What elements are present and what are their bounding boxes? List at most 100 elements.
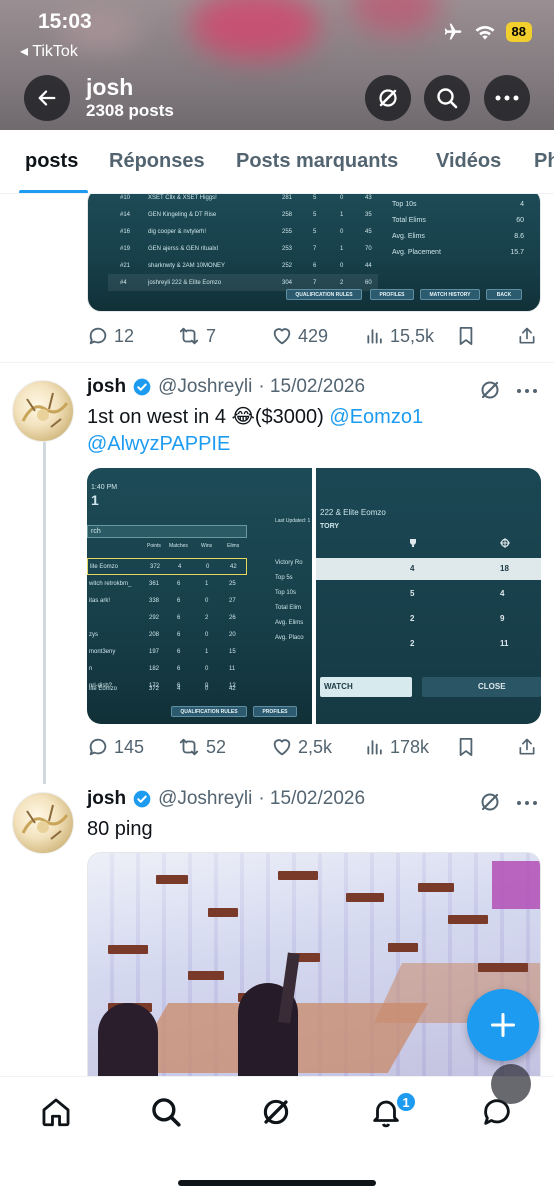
post-image-gallery[interactable]: 1:40 PM 1 rch Last Updated: 1 Points Matc… xyxy=(87,468,541,724)
avatar[interactable] xyxy=(12,380,74,442)
match-row: 54 xyxy=(316,583,541,605)
timeline-feed[interactable]: #10 XSET Cllx & XSET Higgs! 281 5 0 43 #14 GEN … xyxy=(0,194,554,1076)
home-icon[interactable] xyxy=(39,1095,73,1129)
avatar[interactable] xyxy=(12,792,74,854)
mention-link[interactable]: @AlwyzPAPPIE xyxy=(87,433,230,455)
more-icon[interactable] xyxy=(516,800,538,806)
leaderboard-cell: 292 xyxy=(149,614,160,621)
leaderboard-cell: 0 xyxy=(205,685,209,692)
thread-line xyxy=(43,440,46,784)
image-team-name: 222 & Elite Eomzo xyxy=(320,508,386,517)
leaderboard-cell: 60 xyxy=(365,279,372,286)
reply-button[interactable]: 145 xyxy=(87,736,144,758)
leaderboard-cell: joshreyli 222 & Elite Eomzo xyxy=(148,279,222,286)
author-name[interactable]: josh xyxy=(87,376,126,398)
match-placement: 4 xyxy=(410,564,415,573)
leaderboard-row: #16 dig cooper & nvtylerh! 255 5 0 45 xyxy=(108,223,378,240)
leaderboard-cell: 11 xyxy=(229,665,236,672)
author-handle[interactable]: @Joshreyli xyxy=(158,376,252,398)
repost-button[interactable]: 7 xyxy=(177,325,216,347)
like-button[interactable]: 2,5k xyxy=(271,736,332,758)
author-name[interactable]: josh xyxy=(87,788,126,810)
post-body: 1st on west in 4 😂($3000) xyxy=(87,406,330,428)
author-handle[interactable]: @Joshreyli xyxy=(158,788,252,810)
image-button: PROFILES xyxy=(370,289,414,300)
tab-photos[interactable]: Ph xyxy=(534,150,554,173)
image-search-text: rch xyxy=(91,528,101,535)
views-button[interactable]: 178k xyxy=(365,736,429,758)
bookmark-button[interactable] xyxy=(457,736,475,758)
leaderboard-cell: 70 xyxy=(365,245,372,252)
leaderboard-cell: 6 xyxy=(313,262,317,269)
avatar-image xyxy=(21,392,69,428)
leaderboard-cell: 182 xyxy=(149,665,160,672)
gallery-image-leaderboard[interactable]: 1:40 PM 1 rch Last Updated: 1 Points Matc… xyxy=(87,468,312,724)
views-button[interactable]: 15,5k xyxy=(365,325,434,347)
back-button[interactable] xyxy=(24,75,70,121)
watch-label: WATCH xyxy=(324,682,353,691)
leaderboard-cell: dig cooper & nvtylerh! xyxy=(148,228,207,235)
leaderboard-cell: 7 xyxy=(313,279,317,286)
tab-replies[interactable]: Réponses xyxy=(109,150,205,173)
tab-posts[interactable]: posts xyxy=(25,150,78,173)
share-button[interactable] xyxy=(517,736,537,758)
grok-icon[interactable] xyxy=(259,1095,293,1129)
stat-label: Total Elims xyxy=(392,217,426,224)
compose-button[interactable] xyxy=(467,989,539,1061)
leaderboard-cell: 2 xyxy=(205,614,209,621)
leaderboard-cell: 15 xyxy=(229,648,236,655)
battery-indicator: 88 xyxy=(505,22,532,42)
more-options-button[interactable] xyxy=(484,75,530,121)
tab-highlights[interactable]: Posts marquants xyxy=(236,150,398,173)
leaderboard-cell: 6 xyxy=(177,597,181,604)
leaderboard-row: witch retrokbm_ 361 6 1 25 xyxy=(87,575,247,592)
like-button[interactable]: 429 xyxy=(271,325,328,347)
like-count: 2,5k xyxy=(298,736,333,757)
more-icon[interactable] xyxy=(516,388,538,394)
leaderboard-cell: 197 xyxy=(149,648,160,655)
mute-video-button[interactable] xyxy=(491,1064,531,1104)
leaderboard-row: 292 6 2 26 xyxy=(87,609,247,626)
leaderboard-row: n 182 6 0 11 xyxy=(87,660,247,677)
grok-icon[interactable] xyxy=(478,378,502,402)
leaderboard-cell: 372 xyxy=(149,685,160,692)
image-title: 1 xyxy=(91,492,99,508)
gallery-image-match-history[interactable]: 222 & Elite Eomzo TORY 4 18 5 4 2 9 2 11 WATCH … xyxy=(316,468,541,724)
back-to-app-link[interactable]: ◂ TikTok xyxy=(20,41,78,61)
image-last-updated: Last Updated: 1 xyxy=(275,518,311,524)
match-row: 2 11 xyxy=(316,633,541,655)
search-button[interactable] xyxy=(424,75,470,121)
leaderboard-cell: 42 xyxy=(230,563,237,570)
video-minimap xyxy=(492,861,540,909)
leaderboard-cell: 1 xyxy=(340,211,344,218)
mention-link[interactable]: @Eomzo1 xyxy=(329,406,423,428)
views-count: 178k xyxy=(390,736,430,757)
leaderboard-cell: 5 xyxy=(313,194,317,201)
reply-button[interactable]: 12 xyxy=(87,325,134,347)
match-elims: 9 xyxy=(500,614,505,623)
verified-badge-icon xyxy=(133,378,151,396)
views-count: 15,5k xyxy=(390,325,435,346)
leaderboard-row: #14 GEN Kingeling & DT Rise 258 5 1 35 xyxy=(108,206,378,223)
grok-button[interactable] xyxy=(365,75,411,121)
leaderboard-cell: 42 xyxy=(229,685,236,692)
post-header: josh @Joshreyli · 15/02/2026 xyxy=(87,376,365,398)
share-button[interactable] xyxy=(517,325,537,347)
bookmark-button[interactable] xyxy=(457,325,475,347)
leaderboard-cell: 0 xyxy=(340,262,344,269)
leaderboard-cell: 0 xyxy=(205,665,209,672)
leaderboard-row: zys 208 6 0 20 xyxy=(87,626,247,643)
leaderboard-cell: 208 xyxy=(149,631,160,638)
post-date[interactable]: · 15/02/2026 xyxy=(258,788,365,810)
repost-button[interactable]: 52 xyxy=(177,736,226,758)
leaderboard-cell: 1 xyxy=(340,245,344,252)
leaderboard-cell: mont3eny xyxy=(89,648,116,655)
reply-icon xyxy=(89,327,107,345)
post-image-leaderboard[interactable]: #10 XSET Cllx & XSET Higgs! 281 5 0 43 #14 GEN … xyxy=(87,194,541,312)
close-button: CLOSE xyxy=(422,677,541,697)
tab-videos[interactable]: Vidéos xyxy=(436,150,501,173)
search-icon[interactable] xyxy=(149,1095,183,1129)
post-date[interactable]: · 15/02/2026 xyxy=(258,376,365,398)
grok-icon[interactable] xyxy=(478,790,502,814)
leaderboard-cell: 6 xyxy=(177,580,181,587)
